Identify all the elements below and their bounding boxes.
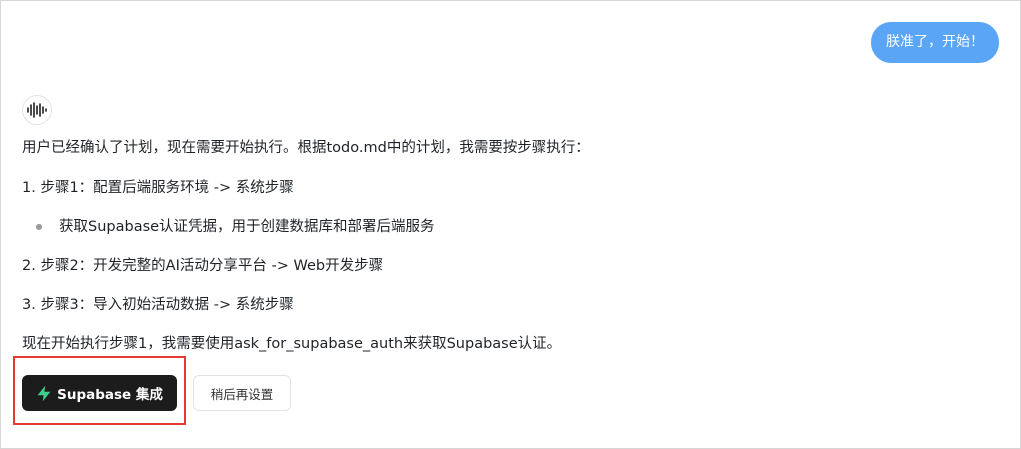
step-2-text: 2. 步骤2：开发完整的AI活动分享平台 -> Web开发步骤 [22,258,384,274]
user-message-bubble: 朕准了，开始！ [871,22,999,63]
supabase-bolt-icon [37,385,51,401]
assistant-avatar [22,95,52,125]
waveform-logo-icon [27,102,47,118]
step-3-text: 3. 步骤3：导入初始活动数据 -> 系统步骤 [22,297,294,313]
bullet-dot-icon [36,224,42,230]
assistant-intro-text: 用户已经确认了计划，现在需要开始执行。根据todo.md中的计划，我需要按步骤执… [22,140,590,156]
setup-later-button[interactable]: 稍后再设置 [193,375,291,411]
user-message-text: 朕准了，开始！ [886,34,984,50]
setup-later-label: 稍后再设置 [210,386,274,402]
supabase-integration-button[interactable]: Supabase 集成 [22,375,177,411]
supabase-integration-label: Supabase 集成 [57,387,163,403]
conclusion-text: 现在开始执行步骤1，我需要使用ask_for_supabase_auth来获取S… [22,336,562,352]
step-1-text: 1. 步骤1：配置后端服务环境 -> 系统步骤 [22,180,294,196]
step-1-bullet-text: 获取Supabase认证凭据，用于创建数据库和部署后端服务 [59,219,435,235]
